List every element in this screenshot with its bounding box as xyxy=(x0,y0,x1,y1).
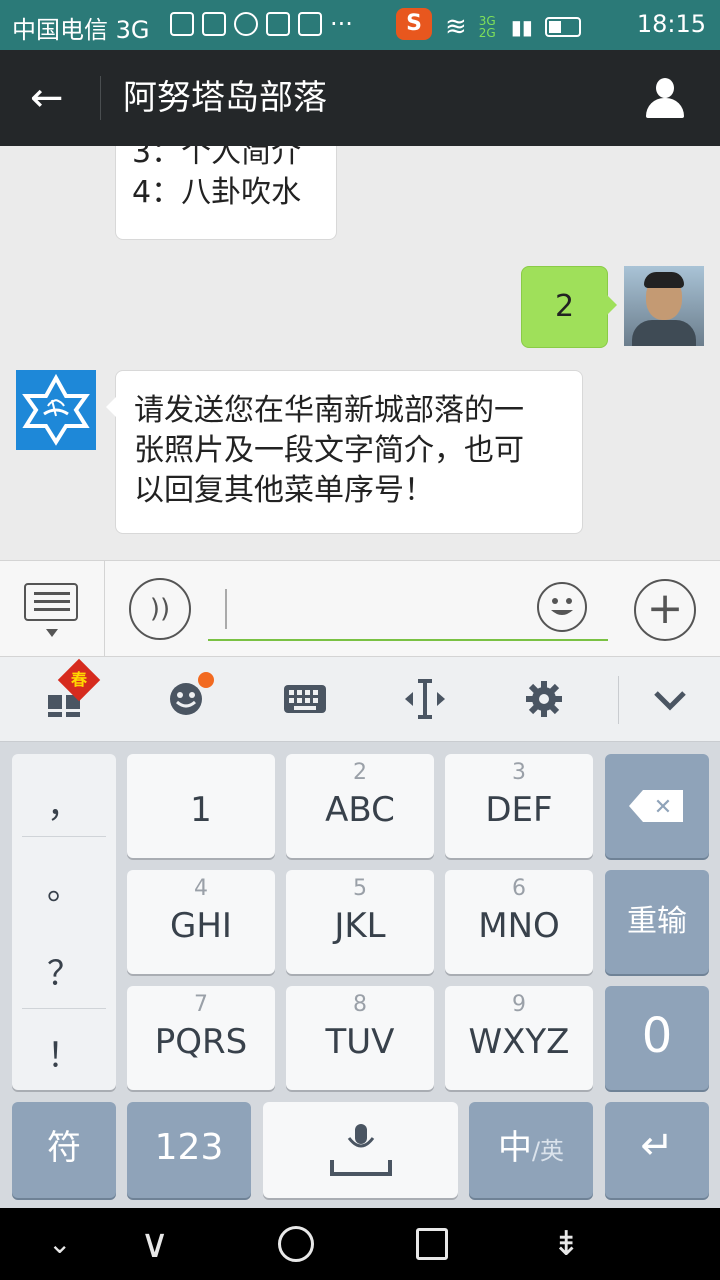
key-5[interactable]: 5 JKL xyxy=(286,870,434,974)
back-arrow-icon[interactable]: ← xyxy=(30,74,64,122)
chat-area[interactable]: 3：个人简介 4：八卦吹水 2 请发送您在华南新城部落的一 张照片及一段文字简介… xyxy=(0,146,720,560)
spring-festival-label: 春 xyxy=(70,670,87,689)
battery-icon xyxy=(544,17,581,37)
signal-bars-icon: ▮▮ xyxy=(510,15,533,39)
app-notification-icon xyxy=(298,12,322,36)
keyboard-toolbar: 春 xyxy=(0,657,720,742)
app-notification-icon xyxy=(234,12,258,36)
menu-toggle-button[interactable] xyxy=(24,583,80,637)
t9-keyboard: ， 。 ？ ！ 1 2 ABC 3 DEF ✕ 4 GHI 5 JKL 6 MNO 重输 … xyxy=(0,742,720,1208)
key-3[interactable]: 3 DEF xyxy=(445,754,593,858)
add-attachment-button[interactable]: + xyxy=(634,579,696,641)
enter-key[interactable]: ↵ xyxy=(605,1102,709,1198)
punct-key[interactable]: ？ xyxy=(12,946,116,995)
sogou-icon: S xyxy=(396,8,432,40)
settings-icon[interactable] xyxy=(524,677,564,721)
toolbar-divider xyxy=(618,676,619,724)
symbol-key[interactable]: 符 xyxy=(12,1102,116,1198)
message-line: 请发送您在华南新城部落的一 xyxy=(134,393,524,428)
input-divider xyxy=(104,561,105,658)
page-title: 阿努塔岛部落 xyxy=(123,78,327,118)
key-2[interactable]: 2 ABC xyxy=(286,754,434,858)
reinput-key[interactable]: 重输 xyxy=(605,870,709,974)
user-avatar[interactable] xyxy=(624,266,704,346)
keyboard-icon[interactable] xyxy=(282,677,328,721)
space-key[interactable] xyxy=(263,1102,458,1198)
recents-icon[interactable] xyxy=(416,1228,448,1260)
backspace-icon: ✕ xyxy=(629,790,683,822)
key-7[interactable]: 7 PQRS xyxy=(127,986,275,1090)
microphone-icon xyxy=(329,1124,392,1176)
clock: 18:15 xyxy=(636,10,706,38)
user-profile-icon[interactable] xyxy=(644,78,686,120)
sim-icon xyxy=(170,12,194,36)
back-nav-icon[interactable]: ∨ xyxy=(140,1222,169,1266)
chevron-down-icon xyxy=(46,629,58,637)
punct-key[interactable]: ， xyxy=(12,778,116,827)
key-6[interactable]: 6 MNO xyxy=(445,870,593,974)
punct-key[interactable]: 。 xyxy=(12,860,116,909)
hide-keyboard-icon[interactable]: ⌄ xyxy=(48,1222,71,1266)
key-1[interactable]: 1 xyxy=(127,754,275,858)
message-line: 张照片及一段文字简介，也可 xyxy=(134,433,524,468)
more-icon: ··· xyxy=(330,10,353,38)
key-4[interactable]: 4 GHI xyxy=(127,870,275,974)
message-bubble-bot[interactable]: 请发送您在华南新城部落的一 张照片及一段文字简介，也可 以回复其他菜单序号！ xyxy=(106,370,583,534)
list-icon xyxy=(24,583,78,621)
status-right-icons: ≋ 3G 2G ▮▮ xyxy=(445,12,581,42)
notification-dot xyxy=(198,672,214,688)
text-cursor xyxy=(225,589,227,629)
wifi-icon: ≋ xyxy=(445,12,467,42)
key-0[interactable]: 0 xyxy=(605,986,709,1090)
message-line: 以回复其他菜单序号！ xyxy=(134,473,434,508)
svg-text:✕: ✕ xyxy=(654,795,672,820)
app-notification-icon xyxy=(266,12,290,36)
system-nav-bar: ⌄ ∨ ⇟ xyxy=(0,1208,720,1280)
signal-icon: 3G 2G xyxy=(478,14,496,40)
status-bar: 中国电信 3G ··· S ≋ 3G 2G ▮▮ 18:15 xyxy=(0,0,720,50)
key-8[interactable]: 8 TUV xyxy=(286,986,434,1090)
status-icons: ··· xyxy=(170,10,353,38)
home-icon[interactable] xyxy=(278,1226,314,1262)
punctuation-column: ， 。 ？ ！ xyxy=(12,754,116,1090)
bot-avatar[interactable] xyxy=(16,370,96,450)
message-line: 3：个人简介 xyxy=(132,146,302,170)
number-mode-key[interactable]: 123 xyxy=(127,1102,251,1198)
message-bubble-bot[interactable]: 3：个人简介 4：八卦吹水 xyxy=(115,146,337,240)
collapse-keyboard-icon[interactable] xyxy=(650,677,690,721)
image-icon xyxy=(202,12,226,36)
input-bar: )) + xyxy=(0,560,720,658)
notification-pull-icon[interactable]: ⇟ xyxy=(552,1222,581,1266)
language-switch-key[interactable]: 中/英 xyxy=(469,1102,593,1198)
title-bar: ← 阿努塔岛部落 xyxy=(0,50,720,146)
voice-button[interactable]: )) xyxy=(129,578,191,640)
punct-key[interactable]: ！ xyxy=(12,1028,116,1077)
message-bubble-user[interactable]: 2 xyxy=(521,266,617,348)
key-9[interactable]: 9 WXYZ xyxy=(445,986,593,1090)
carrier-label: 中国电信 3G xyxy=(12,16,150,44)
delete-key[interactable]: ✕ xyxy=(605,754,709,858)
title-divider xyxy=(100,76,101,120)
message-line: 4：八卦吹水 xyxy=(132,175,302,210)
cursor-move-icon[interactable] xyxy=(403,677,447,721)
emoji-button[interactable] xyxy=(537,582,587,632)
